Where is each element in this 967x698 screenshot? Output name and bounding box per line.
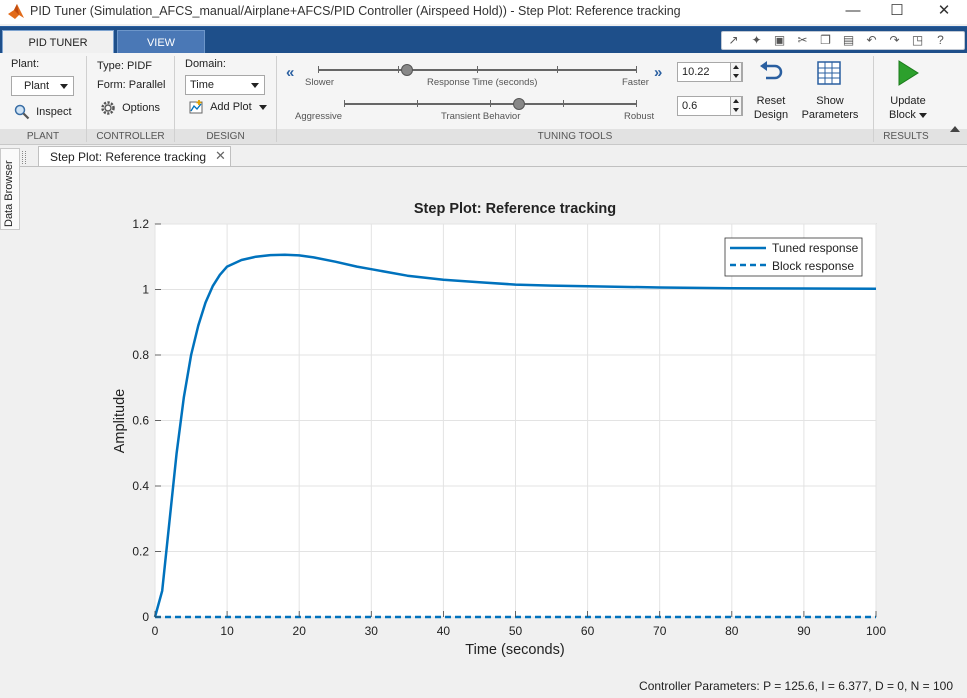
help-icon[interactable]: ? [929,32,952,49]
document-tab-label: Step Plot: Reference tracking [50,150,207,164]
show-label-line1: Show [816,95,844,107]
drag-grip-icon[interactable] [22,151,26,164]
faster-chevrons-icon[interactable]: » [654,64,662,81]
document-area [0,145,967,698]
update-label-line1: Update [890,95,926,107]
gear-icon [101,101,115,115]
options-label: Options [122,101,160,114]
domain-label: Domain: [185,58,226,70]
document-tab[interactable]: Step Plot: Reference tracking ✕ [38,146,231,167]
update-label-block: Block [889,109,916,121]
section-divider [174,56,175,142]
undo-icon[interactable]: ↶ [860,32,883,49]
tab-underline [20,166,967,167]
close-icon[interactable]: ✕ [921,0,967,24]
magnifier-icon [14,104,30,120]
slower-chevrons-icon[interactable]: « [286,64,294,81]
section-controller: CONTROLLER [96,131,165,142]
plant-dropdown[interactable]: Plant [11,76,74,96]
domain-dropdown[interactable]: Time [185,75,265,95]
domain-value: Time [190,79,215,91]
controller-parameters-status: Controller Parameters: P = 125.6, I = 6.… [639,679,953,693]
window-icon[interactable]: ◳ [906,32,929,49]
update-label-line2: Block [882,108,934,122]
section-divider [276,56,277,142]
minimize-icon[interactable]: — [830,0,876,24]
ribbon-tab-row: PID TUNER VIEW ↗ ✦ ▣ ✂ ❐ ▤ ↶ ↷ ◳? [0,26,967,54]
plant-value: Plant [24,80,50,92]
chevron-down-icon [918,112,927,118]
controller-type: Type: PIDF [97,60,153,72]
add-plot-label: Add Plot [210,100,252,113]
tab-pid-tuner[interactable]: PID TUNER [2,30,114,54]
title-bar: PID Tuner (Simulation_AFCS_manual/Airpla… [0,0,967,24]
response-slider-thumb[interactable] [401,64,414,76]
response-time-label: Response Time (seconds) [427,77,538,88]
maximize-icon[interactable]: ☐ [874,0,920,24]
options-button[interactable]: Options [100,100,160,116]
transient-behavior-spinner[interactable] [730,96,742,116]
data-browser-label: Data Browser [3,160,15,227]
play-icon [898,60,919,86]
response-time-spinner[interactable] [730,62,742,82]
copy-icon[interactable]: ❐ [814,32,837,49]
add-plot-button[interactable]: Add Plot [188,99,267,115]
quick-access-toolbar: ↗ ✦ ▣ ✂ ❐ ▤ ↶ ↷ ◳? [721,31,965,50]
cut-icon[interactable]: ✂ [791,32,814,49]
show-label-line2: Parameters [801,109,859,121]
add-plot-icon [189,100,203,114]
plant-label: Plant: [11,58,40,70]
undock-icon[interactable]: ↗ [722,32,745,49]
transient-behavior-label: Transient Behavior [441,111,521,122]
faster-label: Faster [622,77,649,88]
section-plant: PLANT [26,131,60,142]
inspect-button[interactable]: Inspect [14,104,72,120]
window-title: PID Tuner (Simulation_AFCS_manual/Airpla… [30,4,681,18]
parameters-table-icon [817,61,841,85]
slower-label: Slower [305,77,335,88]
data-browser-tab[interactable]: Data Browser [0,148,20,230]
section-divider [86,56,87,142]
response-time-value: 10.22 [682,66,710,78]
reset-label-line1: Reset [756,95,786,107]
section-tuning-tools: TUNING TOOLS [537,131,613,142]
chevron-down-icon [258,104,267,110]
section-design: DESIGN [206,131,245,142]
aggressive-label: Aggressive [295,111,342,122]
controller-form: Form: Parallel [97,79,166,91]
tab-view[interactable]: VIEW [117,30,205,54]
inspect-label: Inspect [36,105,72,118]
section-results: RESULTS [883,131,929,142]
redo-icon[interactable]: ↷ [883,32,906,49]
section-divider [873,56,874,142]
reset-label-line2: Design [753,109,789,121]
transient-behavior-value: 0.6 [682,100,698,112]
collapse-toolstrip-icon[interactable] [950,126,960,132]
save-icon[interactable]: ▣ [768,32,791,49]
paste-icon[interactable]: ▤ [837,32,860,49]
robust-label: Robust [624,111,655,122]
reset-arrow-icon [760,61,783,80]
new-figure-icon[interactable]: ✦ [745,32,768,49]
close-tab-icon[interactable]: ✕ [215,148,226,164]
matlab-logo-icon [8,4,24,19]
